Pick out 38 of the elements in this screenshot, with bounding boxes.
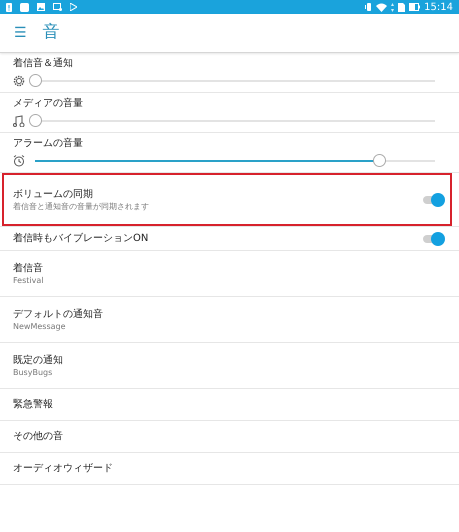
setting-title: その他の音 xyxy=(13,430,64,443)
ring-icon xyxy=(13,75,25,87)
toggle-switch[interactable] xyxy=(423,192,445,206)
data-arrows-icon xyxy=(391,2,394,12)
setting-summary: BusyBugs xyxy=(13,366,54,378)
slider-thumb[interactable] xyxy=(373,154,386,167)
menu-button[interactable]: ☰ xyxy=(14,26,27,40)
setting-title: 既定の通知 xyxy=(13,354,64,366)
setting-title: オーディオウィザード xyxy=(13,462,114,475)
cast-icon xyxy=(53,3,62,11)
setting-title: 緊急警報 xyxy=(13,398,54,411)
music-note-icon xyxy=(13,115,25,127)
sim-icon xyxy=(398,2,406,12)
slider-thumb[interactable] xyxy=(29,74,42,87)
volume-slider[interactable] xyxy=(29,74,435,88)
clock-time: 15:14 xyxy=(424,0,453,14)
toggle-switch[interactable] xyxy=(423,232,445,246)
slider-thumb[interactable] xyxy=(29,114,42,127)
alert-icon xyxy=(6,2,12,12)
image-icon xyxy=(37,3,45,11)
setting-title: デフォルトの通知音 xyxy=(13,308,104,320)
slider-label: メディアの音量 xyxy=(13,97,84,110)
play-store-icon xyxy=(70,3,77,11)
page-title: 音 xyxy=(42,21,60,44)
setting-title: 着信時もバイブレーションON xyxy=(13,232,150,245)
app-icon xyxy=(20,2,29,12)
slider-label: 着信音＆通知 xyxy=(13,57,74,70)
setting-summary: Festival xyxy=(13,274,44,286)
alarm-clock-icon xyxy=(13,155,25,167)
setting-title: ボリュームの同期 xyxy=(13,188,94,200)
setting-title: 着信音 xyxy=(13,262,44,274)
battery-icon xyxy=(409,3,420,11)
vibrate-icon xyxy=(365,3,372,11)
setting-summary: 着信音と通知音の音量が同期されます xyxy=(13,200,150,212)
slider-label: アラームの音量 xyxy=(13,137,84,150)
setting-summary: NewMessage xyxy=(13,320,67,332)
volume-slider[interactable] xyxy=(29,114,435,128)
wifi-icon xyxy=(376,2,388,12)
